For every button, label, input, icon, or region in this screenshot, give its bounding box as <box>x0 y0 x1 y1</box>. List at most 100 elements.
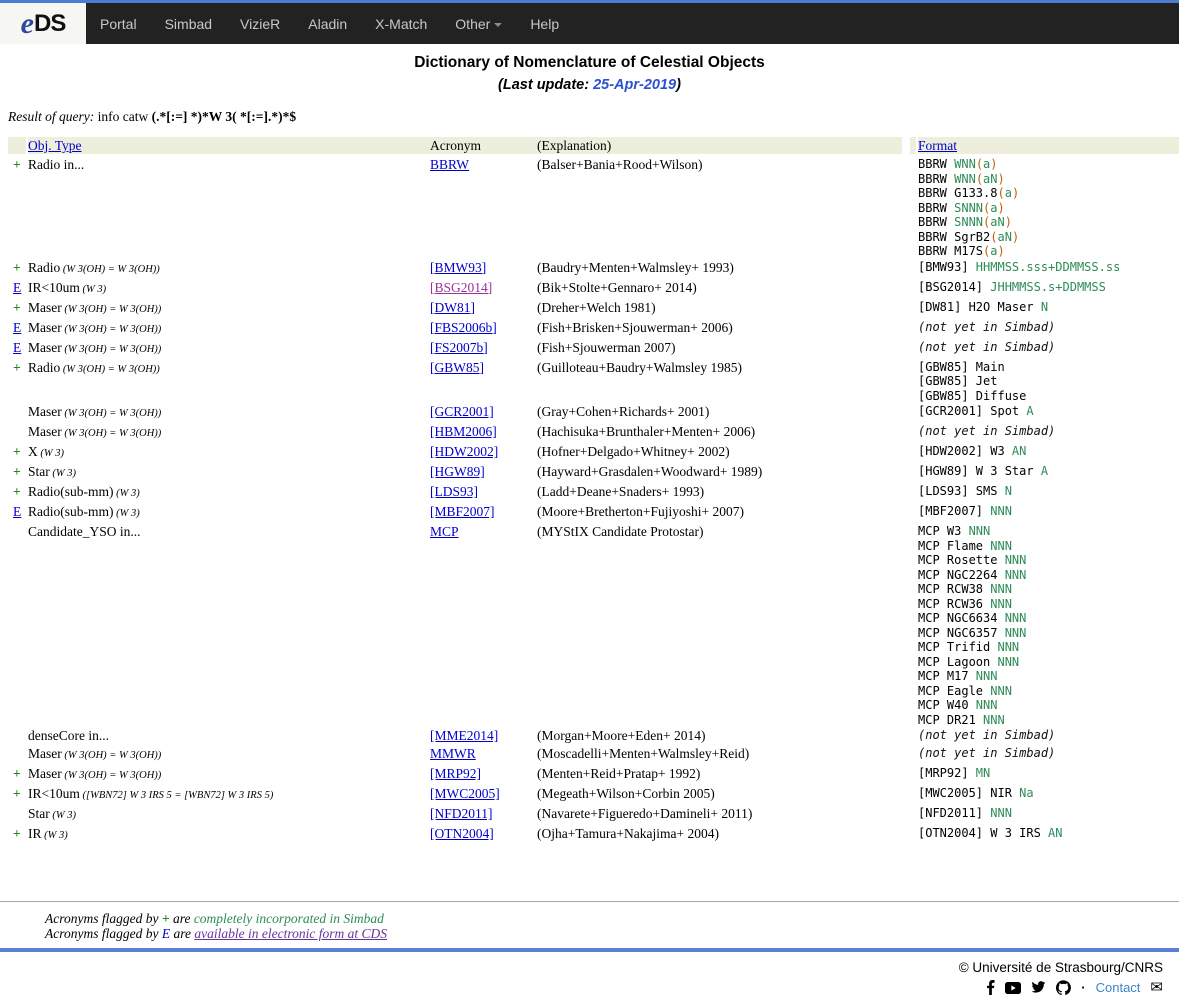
explanation: (Balser+Bania+Rood+Wilson) <box>537 156 902 174</box>
format-line: [DW81] H2O Maser N <box>918 300 1179 315</box>
table-row: Maser (W 3(OH) = W 3(OH))[HBM2006](Hachi… <box>8 423 1179 443</box>
electronic-form-link[interactable]: available in electronic form at CDS <box>194 926 387 941</box>
e-flag-sample: E <box>162 926 170 941</box>
object-type: Radio in... <box>28 156 430 174</box>
flag-cell: + <box>8 483 28 501</box>
legend-line-plus: Acronyms flagged by + are completely inc… <box>45 911 1179 926</box>
table-row: Maser (W 3(OH) = W 3(OH))MMWR(Moscadelli… <box>8 745 1179 765</box>
acronym-link[interactable]: [HBM2006] <box>430 424 497 439</box>
acronym-link[interactable]: [MME2014] <box>430 728 498 743</box>
acronym-link[interactable]: [HDW2002] <box>430 444 498 459</box>
last-update-prefix: (Last update: <box>498 77 593 93</box>
acronym-cell: [LDS93] <box>430 483 537 501</box>
acronym-link[interactable]: [NFD2011] <box>430 806 493 821</box>
format-line: MCP DR21 NNN <box>918 713 1179 728</box>
contact-link[interactable]: Contact <box>1096 980 1141 995</box>
acronym-cell: [BMW93] <box>430 259 537 277</box>
acronym-link[interactable]: MMWR <box>430 746 476 761</box>
electronic-flag-link[interactable]: E <box>13 280 21 295</box>
object-type-note: (W 3) <box>80 284 106 295</box>
format-line: MCP W3 NNN <box>918 524 1179 539</box>
acronym-link[interactable]: [BSG2014] <box>430 280 492 295</box>
obj-type-header-link[interactable]: Obj. Type <box>28 138 82 153</box>
acronym-link[interactable]: [LDS93] <box>430 484 478 499</box>
explanation: (Ojha+Tamura+Nakajima+ 2004) <box>537 825 902 843</box>
acronym-link[interactable]: [OTN2004] <box>430 826 494 841</box>
legend: Acronyms flagged by + are completely inc… <box>45 911 1179 941</box>
plus-flag-sample: + <box>162 911 170 926</box>
acronym-cell: MMWR <box>430 745 537 763</box>
table-row: EMaser (W 3(OH) = W 3(OH))[FBS2006b](Fis… <box>8 319 1179 339</box>
acronym-link[interactable]: [MWC2005] <box>430 786 500 801</box>
table-row: +Star (W 3)[HGW89](Hayward+Grasdalen+Woo… <box>8 463 1179 483</box>
acronym-link[interactable]: [HGW89] <box>430 464 485 479</box>
legend-text: Acronyms flagged by <box>45 911 162 926</box>
format-line: [GBW85] Main <box>918 360 1179 375</box>
acronym-link[interactable]: [GCR2001] <box>430 404 494 419</box>
nav-item-help[interactable]: Help <box>516 16 573 32</box>
flag-cell: + <box>8 299 28 317</box>
acronym-cell: BBRW <box>430 156 537 174</box>
acronym-link[interactable]: [MRP92] <box>430 766 481 781</box>
legend-line-e: Acronyms flagged by E are available in e… <box>45 926 1179 941</box>
youtube-icon[interactable] <box>1005 982 1021 994</box>
format-line: MCP Rosette NNN <box>918 553 1179 568</box>
nav-item-vizier[interactable]: VizieR <box>226 16 294 32</box>
nav-item-portal[interactable]: Portal <box>86 16 151 32</box>
nav-item-aladin[interactable]: Aladin <box>294 16 361 32</box>
object-type-note: (W 3(OH) = W 3(OH)) <box>62 304 162 315</box>
incorporated-flag: + <box>13 786 21 801</box>
electronic-flag-link[interactable]: E <box>13 320 21 335</box>
envelope-icon[interactable]: ✉ <box>1150 981 1163 994</box>
format-header-link[interactable]: Format <box>918 138 957 153</box>
cds-logo[interactable]: eDS <box>0 3 86 44</box>
facebook-icon[interactable] <box>986 980 995 995</box>
acronym-link[interactable]: [GBW85] <box>430 360 484 375</box>
format-line: MCP NGC6634 NNN <box>918 611 1179 626</box>
format-line: MCP W40 NNN <box>918 698 1179 713</box>
acronym-link[interactable]: [MBF2007] <box>430 504 495 519</box>
electronic-flag-link[interactable]: E <box>13 340 21 355</box>
object-type-note: (W 3(OH) = W 3(OH)) <box>62 428 162 439</box>
acronym-cell: [MBF2007] <box>430 503 537 521</box>
format-line: BBRW G133.8(a) <box>918 186 1179 201</box>
query-pattern: (.*[:=] *)*W 3( *[:=].*)*$ <box>152 109 296 124</box>
acronym-cell: [OTN2004] <box>430 825 537 843</box>
object-type: Maser (W 3(OH) = W 3(OH)) <box>28 423 430 443</box>
page-heading: Dictionary of Nomenclature of Celestial … <box>0 54 1179 93</box>
separator-line <box>0 901 1179 902</box>
header-gap <box>902 137 910 154</box>
format-cell: [GCR2001] Spot A <box>910 403 1179 419</box>
twitter-icon[interactable] <box>1031 981 1046 994</box>
explanation: (Menten+Reid+Pratap+ 1992) <box>537 765 902 783</box>
nav-item-other[interactable]: Other <box>441 16 516 32</box>
explanation: (Hofner+Delgado+Whitney+ 2002) <box>537 443 902 461</box>
format-line: [HGW89] W 3 Star A <box>918 464 1179 479</box>
format-line: BBRW SNNN(aN) <box>918 215 1179 230</box>
object-type: denseCore in... <box>28 727 430 745</box>
table-row: +Maser (W 3(OH) = W 3(OH))[DW81](Dreher+… <box>8 299 1179 319</box>
object-type: Maser (W 3(OH) = W 3(OH)) <box>28 299 430 319</box>
object-type: IR<10um ([WBN72] W 3 IRS 5 = [WBN72] W 3… <box>28 785 430 805</box>
explanation: (Moscadelli+Menten+Walmsley+Reid) <box>537 745 902 763</box>
object-type: X (W 3) <box>28 443 430 463</box>
nav-item-simbad[interactable]: Simbad <box>151 16 226 32</box>
object-type-note: (W 3) <box>38 448 64 459</box>
acronym-cell: [MRP92] <box>430 765 537 783</box>
acronym-link[interactable]: [BMW93] <box>430 260 486 275</box>
acronym-link[interactable]: [DW81] <box>430 300 475 315</box>
acronym-link[interactable]: [FBS2006b] <box>430 320 497 335</box>
nav-item-x-match[interactable]: X-Match <box>361 16 441 32</box>
format-line: BBRW SgrB2(aN) <box>918 230 1179 245</box>
acronym-link[interactable]: MCP <box>430 524 459 539</box>
github-icon[interactable] <box>1056 980 1071 995</box>
explanation: (MYStIX Candidate Protostar) <box>537 523 902 541</box>
format-cell: [HGW89] W 3 Star A <box>910 463 1179 479</box>
explanation: (Fish+Sjouwerman 2007) <box>537 339 902 357</box>
table-row: ERadio(sub-mm) (W 3)[MBF2007](Moore+Bret… <box>8 503 1179 523</box>
acronym-link[interactable]: [FS2007b] <box>430 340 488 355</box>
page-title: Dictionary of Nomenclature of Celestial … <box>0 54 1179 72</box>
acronym-link[interactable]: BBRW <box>430 157 469 172</box>
electronic-flag-link[interactable]: E <box>13 504 21 519</box>
flag-cell: E <box>8 503 28 521</box>
